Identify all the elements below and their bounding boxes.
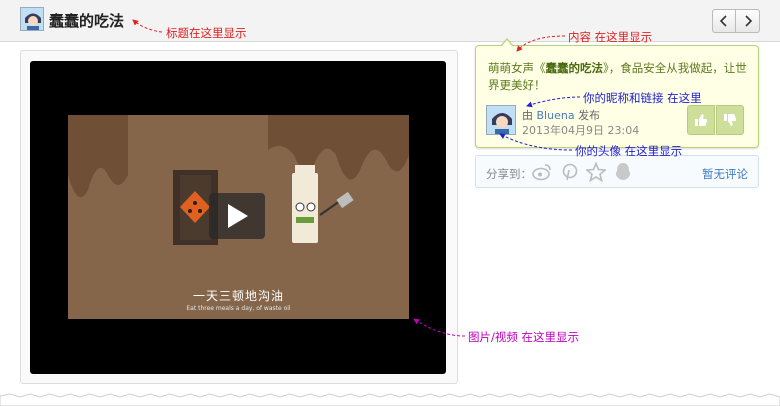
torn-edge [0, 393, 780, 406]
publish-line: 由 Bluena 发布 [522, 107, 600, 123]
video-thumbnail: 一天三顿地沟油 Eat three meals a day, of waste … [68, 115, 409, 319]
media-annotation: 图片/视频 在这里显示 [468, 330, 580, 344]
next-button[interactable] [736, 9, 760, 33]
bubble-tail-inner [501, 40, 513, 47]
play-icon [228, 204, 248, 228]
chevron-right-icon [744, 15, 752, 27]
chevron-left-icon [719, 15, 727, 27]
play-button[interactable] [209, 193, 265, 239]
star-icon[interactable] [586, 162, 606, 182]
pinterest-icon[interactable] [560, 162, 580, 182]
video-subtitle: 一天三顿地沟油 [192, 289, 284, 303]
author-nickname-link[interactable]: Bluena [537, 109, 575, 122]
pager [712, 9, 760, 33]
thumbs-down-icon [724, 114, 737, 126]
video-player[interactable]: 一天三顿地沟油 Eat three meals a day, of waste … [30, 61, 446, 374]
content-annotation: 内容 在这里显示 [568, 30, 653, 44]
nickname-annotation: 你的昵称和链接 在这里 [583, 91, 702, 105]
share-bar: 分享到： 暂无评论 [475, 155, 759, 188]
like-button[interactable] [687, 105, 715, 135]
header-bar: 蠢蠢的吃法 [0, 0, 780, 42]
share-label: 分享到： [486, 167, 532, 181]
previous-button[interactable] [712, 9, 736, 33]
by-suffix: 发布 [578, 109, 601, 122]
avatar-annotation: 你的头像 在这里显示 [575, 144, 683, 158]
no-comments-link[interactable]: 暂无评论 [702, 166, 748, 182]
author-avatar[interactable] [486, 105, 516, 135]
video-subtitle-english: Eat three meals a day, of waste oil [186, 305, 291, 312]
thumbs-up-icon [695, 114, 708, 126]
dislike-button[interactable] [716, 105, 744, 135]
qq-icon[interactable] [613, 162, 633, 182]
content-text-prefix: 萌萌女声《 [488, 61, 546, 75]
avatar[interactable] [20, 7, 44, 31]
page-title: 蠢蠢的吃法 [49, 12, 125, 30]
by-prefix: 由 [522, 109, 533, 122]
title-annotation: 标题在这里显示 [166, 26, 247, 40]
content-link[interactable]: 蠢蠢的吃法 [546, 61, 604, 75]
post-content: 萌萌女声《蠢蠢的吃法》，食品安全从我做起，让世界更美好！ [488, 60, 750, 94]
post-timestamp: 2013年04月9日 23:04 [522, 124, 640, 137]
weibo-icon[interactable] [532, 162, 552, 182]
